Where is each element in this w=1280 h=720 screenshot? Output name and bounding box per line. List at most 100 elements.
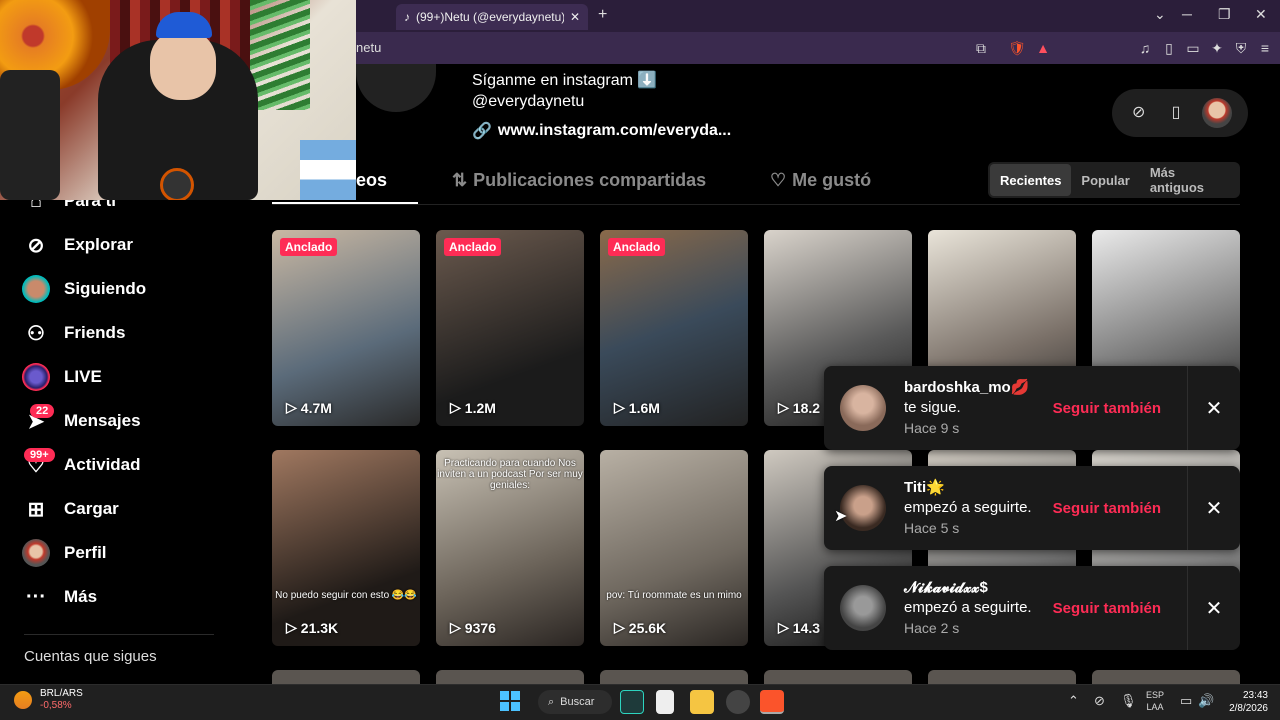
notification-name[interactable]: bardoshka_mo💋 <box>904 378 1053 398</box>
stock-widget[interactable]: BRL/ARS -0,58% <box>14 688 83 712</box>
link-icon: 🔗 <box>472 123 492 140</box>
file-explorer-icon[interactable] <box>690 690 714 714</box>
phone-icon[interactable]: ▯ <box>1165 102 1187 124</box>
follow-back-button[interactable]: Seguir también <box>1053 500 1161 517</box>
display-icon[interactable]: ▭ <box>1180 693 1192 709</box>
sidebar-item-perfil[interactable]: Perfil <box>22 538 107 568</box>
profile-link[interactable]: 🔗 www.instagram.com/everyda... <box>472 121 731 141</box>
play-icon: ▷ <box>286 619 297 635</box>
video-card-partial[interactable] <box>764 670 912 684</box>
sidebar-item-cargar[interactable]: ⊞ Cargar <box>22 494 119 524</box>
sidebar-item-mas[interactable]: ··· Más <box>22 582 97 612</box>
notification-avatar[interactable] <box>840 385 886 431</box>
brave-rewards-icon[interactable]: ▲ <box>1034 39 1052 57</box>
leo-ai-icon[interactable]: ✦ <box>1208 39 1226 57</box>
video-card-partial[interactable] <box>928 670 1076 684</box>
notepad-icon[interactable] <box>656 690 674 714</box>
close-icon[interactable]: ✕ <box>1204 496 1224 521</box>
clock[interactable]: 23:43 2/8/2026 <box>1224 689 1268 715</box>
sidebar-item-friends[interactable]: ⚇ Friends <box>22 318 125 348</box>
sort-oldest-button[interactable]: Más antiguos <box>1140 164 1238 196</box>
sidebar-item-live[interactable]: LIVE <box>22 362 102 392</box>
media-icon[interactable]: ♫ <box>1136 39 1154 57</box>
new-tab-button[interactable]: + <box>598 6 607 24</box>
following-accounts-heading: Cuentas que sigues <box>24 648 157 665</box>
video-card-partial[interactable] <box>272 670 420 684</box>
sidebar-item-label: Mensajes <box>64 411 141 430</box>
tab-close-icon[interactable]: ✕ <box>570 10 580 24</box>
video-card[interactable]: Practicando para cuando Nos inviten a un… <box>436 450 584 646</box>
video-views: ▷ 25.6K <box>614 619 666 636</box>
video-card-partial[interactable] <box>1092 670 1240 684</box>
compass-icon[interactable]: ⊘ <box>1128 102 1150 124</box>
messages-badge: 22 <box>30 404 55 418</box>
sort-recent-button[interactable]: Recientes <box>990 164 1072 196</box>
tab-reposts[interactable]: ⇅ Publicaciones compartidas <box>452 170 706 191</box>
video-card[interactable]: pov: Tú roommate es un mimo ▷ 25.6K <box>600 450 748 646</box>
tab-videos[interactable]: eos <box>356 170 387 191</box>
video-card[interactable]: No puedo seguir con esto 😂😂 ▷ 21.3K <box>272 450 420 646</box>
notification-avatar[interactable] <box>840 585 886 631</box>
obs-icon[interactable] <box>726 690 750 714</box>
pinned-badge: Anclado <box>280 238 338 256</box>
maximize-button[interactable]: ❐ <box>1218 6 1231 23</box>
play-icon: ▷ <box>614 619 625 635</box>
network-icon[interactable]: ⊘ <box>1094 693 1105 709</box>
video-card[interactable]: Anclado ▷ 1.6M <box>600 230 748 426</box>
video-card-partial[interactable] <box>600 670 748 684</box>
notification-separator <box>1187 466 1188 550</box>
tab-liked[interactable]: ♡ Me gustó <box>770 170 871 191</box>
chair <box>0 70 60 200</box>
taskbar-search[interactable]: ⌕ Buscar <box>538 690 612 714</box>
follow-back-button[interactable]: Seguir también <box>1053 600 1161 617</box>
tiktok-favicon-icon: ♪ <box>404 10 410 24</box>
keyboard-layout: LAA <box>1146 702 1164 712</box>
live-icon <box>22 363 50 391</box>
heart-icon: ♡ <box>770 170 787 190</box>
sidebar-item-siguiendo[interactable]: Siguiendo <box>22 274 146 304</box>
vpn-icon[interactable]: ⛨ <box>1232 39 1250 57</box>
close-window-button[interactable]: ✕ <box>1255 6 1267 23</box>
start-button[interactable] <box>500 691 520 711</box>
wallet-icon[interactable]: ▭ <box>1184 39 1202 57</box>
brave-browser-icon[interactable] <box>760 690 784 714</box>
video-card-partial[interactable] <box>436 670 584 684</box>
sort-popular-button[interactable]: Popular <box>1071 164 1139 196</box>
menu-icon[interactable]: ≡ <box>1256 39 1274 57</box>
microphone-icon[interactable]: 🎙 <box>1120 693 1137 709</box>
notification-time: Hace 5 s <box>904 520 960 536</box>
sidebar-item-explorar[interactable]: ⊘ Explorar <box>22 230 133 260</box>
streaming-app-icon[interactable] <box>620 690 644 714</box>
video-card[interactable]: Anclado ▷ 4.7M <box>272 230 420 426</box>
volume-icon[interactable]: 🔊 <box>1198 693 1214 709</box>
close-icon[interactable]: ✕ <box>1204 396 1224 421</box>
minimize-button[interactable]: ─ <box>1182 6 1192 22</box>
url-field[interactable]: netu <box>356 40 381 55</box>
notification-name[interactable]: 𝓝𝓲𝓴𝓪𝓿𝓲𝓭𝔁𝔁$ <box>904 578 1053 598</box>
repost-icon: ⇅ <box>452 170 468 190</box>
language-indicator[interactable]: ESP LAA <box>1146 689 1164 713</box>
view-count: 9376 <box>464 619 496 636</box>
view-count: 1.6M <box>628 399 660 416</box>
pinned-badge: Anclado <box>608 238 666 256</box>
sidebar-item-label: Cargar <box>64 499 119 518</box>
notification-name[interactable]: Titi🌟 <box>904 478 1053 498</box>
more-icon: ··· <box>26 585 46 608</box>
close-icon[interactable]: ✕ <box>1204 596 1224 621</box>
mouse-cursor-icon: ➤ <box>834 508 848 525</box>
profile-avatar <box>22 539 50 567</box>
play-icon: ▷ <box>778 619 789 635</box>
tray-chevron-icon[interactable]: ⌃ <box>1068 693 1079 709</box>
tab-videos-label: eos <box>356 170 388 190</box>
translate-icon[interactable]: ⧉ <box>972 39 990 57</box>
video-caption: Practicando para cuando Nos inviten a un… <box>437 458 583 491</box>
brave-shield-icon[interactable]: 🛡 <box>1008 39 1026 57</box>
user-avatar[interactable] <box>1202 98 1233 128</box>
follow-back-button[interactable]: Seguir también <box>1053 400 1161 417</box>
sidebar-toggle-icon[interactable]: ▯ <box>1160 39 1178 57</box>
video-card[interactable]: Anclado ▷ 1.2M <box>436 230 584 426</box>
video-caption: No puedo seguir con esto 😂😂 <box>275 590 417 601</box>
notification-time: Hace 2 s <box>904 620 960 636</box>
tab-list-button[interactable]: ⌄ <box>1154 6 1166 23</box>
browser-tab[interactable]: ♪ (99+)Netu (@everydaynetu) | Tik ✕ <box>396 4 588 30</box>
